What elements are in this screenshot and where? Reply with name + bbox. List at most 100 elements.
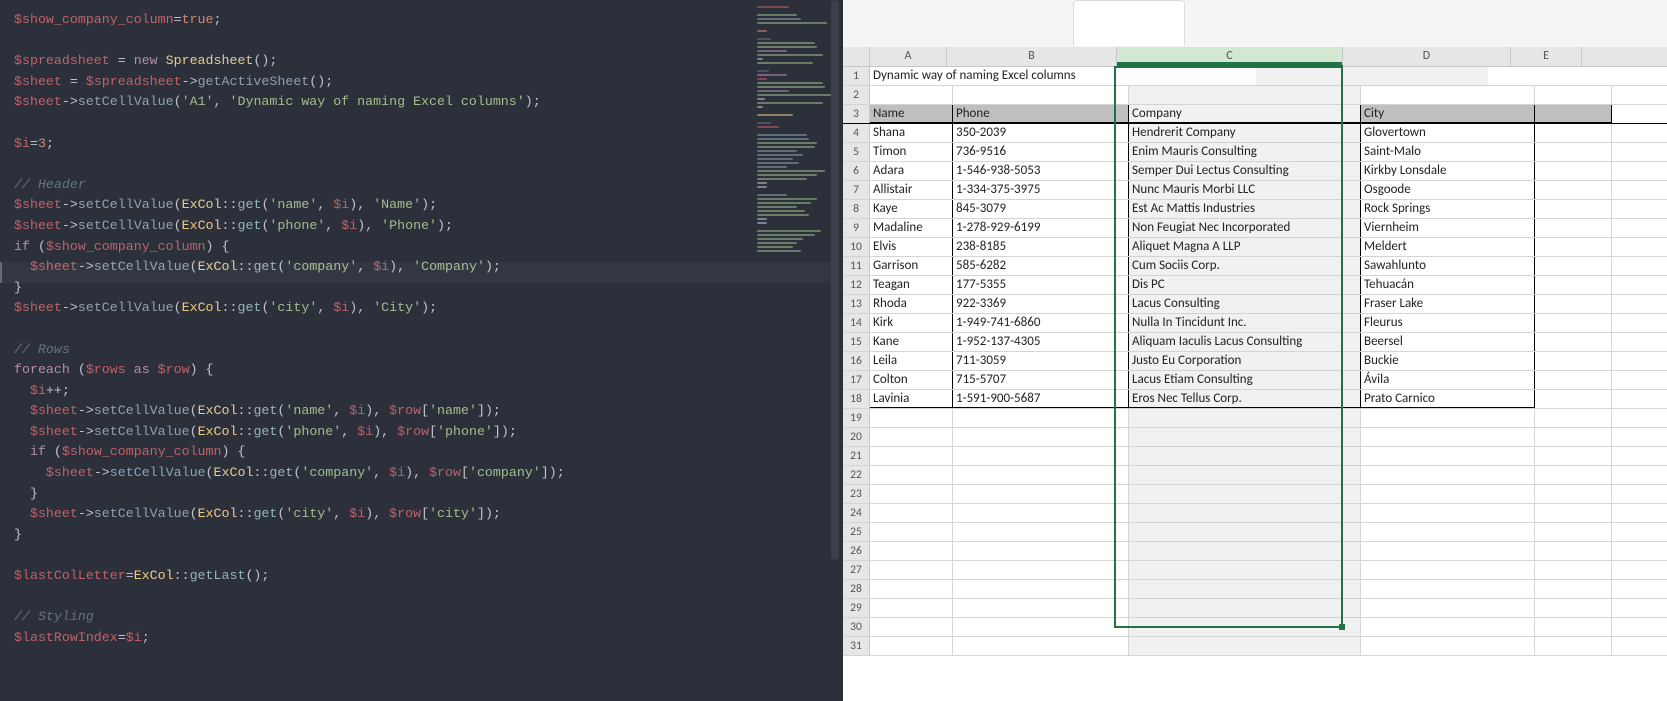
row-header[interactable]: 9 [843, 219, 870, 237]
cell[interactable] [870, 580, 953, 598]
cell[interactable] [953, 580, 1129, 598]
cell[interactable] [1129, 542, 1361, 560]
cell[interactable]: Dis PC [1129, 276, 1361, 294]
cell[interactable] [1535, 409, 1612, 427]
cell[interactable] [953, 466, 1129, 484]
spreadsheet-grid[interactable]: 1Dynamic way of naming Excel columns23Na… [843, 67, 1667, 656]
cell[interactable]: Leila [870, 352, 953, 370]
cell[interactable]: 1-591-900-5687 [953, 390, 1129, 408]
row-header[interactable]: 23 [843, 485, 870, 503]
cell[interactable]: Nunc Mauris Morbi LLC [1129, 181, 1361, 199]
cell[interactable]: Teagan [870, 276, 953, 294]
editor-minimap[interactable] [753, 0, 843, 701]
row-header[interactable]: 8 [843, 200, 870, 218]
cell[interactable] [1129, 504, 1361, 522]
cell[interactable]: Eros Nec Tellus Corp. [1129, 390, 1361, 408]
cell[interactable]: Non Feugiat Nec Incorporated [1129, 219, 1361, 237]
row-header[interactable]: 5 [843, 143, 870, 161]
cell[interactable] [1129, 637, 1361, 655]
cell[interactable] [1256, 67, 1488, 85]
row-header[interactable]: 4 [843, 124, 870, 142]
cell[interactable]: Lacus Etiam Consulting [1129, 371, 1361, 389]
cell[interactable]: Kirk [870, 314, 953, 332]
cell[interactable]: Prato Carnico [1361, 390, 1535, 408]
row-header[interactable]: 3 [843, 105, 870, 123]
column-header-d[interactable]: D [1343, 47, 1511, 66]
cell[interactable]: 1-546-938-5053 [953, 162, 1129, 180]
cell[interactable]: Meldert [1361, 238, 1535, 256]
cell[interactable] [1535, 124, 1612, 142]
row-header[interactable]: 2 [843, 86, 870, 104]
cell[interactable] [953, 428, 1129, 446]
cell[interactable] [1535, 143, 1612, 161]
cell[interactable] [1129, 561, 1361, 579]
cell[interactable]: 715-5707 [953, 371, 1129, 389]
row-header[interactable]: 13 [843, 295, 870, 313]
cell[interactable]: 177-5355 [953, 276, 1129, 294]
cell[interactable]: Osgoode [1361, 181, 1535, 199]
row-header[interactable]: 17 [843, 371, 870, 389]
row-header[interactable]: 28 [843, 580, 870, 598]
cell[interactable] [1535, 257, 1612, 275]
cell[interactable] [1535, 561, 1612, 579]
cell[interactable]: Buckie [1361, 352, 1535, 370]
cell[interactable]: 238-8185 [953, 238, 1129, 256]
row-header[interactable]: 31 [843, 637, 870, 655]
cell[interactable]: Dynamic way of naming Excel columns [870, 67, 1080, 85]
cell[interactable] [1535, 542, 1612, 560]
cell[interactable]: 1-952-137-4305 [953, 333, 1129, 351]
select-all-corner[interactable] [843, 47, 870, 66]
row-header[interactable]: 26 [843, 542, 870, 560]
row-header[interactable]: 14 [843, 314, 870, 332]
cell[interactable] [1129, 618, 1361, 636]
cell[interactable] [1535, 466, 1612, 484]
cell[interactable] [1361, 504, 1535, 522]
column-header-a[interactable]: A [870, 47, 947, 66]
cell[interactable]: Kirkby Lonsdale [1361, 162, 1535, 180]
cell[interactable] [1361, 447, 1535, 465]
cell[interactable] [1662, 67, 1667, 85]
cell[interactable]: Elvis [870, 238, 953, 256]
cell[interactable] [1535, 276, 1612, 294]
cell[interactable]: Est Ac Mattis Industries [1129, 200, 1361, 218]
cell[interactable] [1535, 86, 1612, 104]
cell[interactable] [870, 409, 953, 427]
cell[interactable] [1361, 428, 1535, 446]
cell[interactable]: Sawahlunto [1361, 257, 1535, 275]
cell[interactable] [1535, 238, 1612, 256]
cell[interactable] [1535, 637, 1612, 655]
cell[interactable]: Fleurus [1361, 314, 1535, 332]
cell[interactable]: Aliquet Magna A LLP [1129, 238, 1361, 256]
cell[interactable] [1535, 295, 1612, 313]
cell[interactable]: Tehuacán [1361, 276, 1535, 294]
cell[interactable] [1129, 599, 1361, 617]
cell[interactable] [870, 485, 953, 503]
row-header[interactable]: 19 [843, 409, 870, 427]
cell[interactable] [953, 409, 1129, 427]
cell[interactable] [1129, 447, 1361, 465]
cell[interactable] [1535, 371, 1612, 389]
cell[interactable]: Phone [953, 105, 1129, 123]
row-header[interactable]: 12 [843, 276, 870, 294]
cell[interactable]: Rock Springs [1361, 200, 1535, 218]
row-header[interactable]: 15 [843, 333, 870, 351]
cell[interactable]: 922-3369 [953, 295, 1129, 313]
row-header[interactable]: 30 [843, 618, 870, 636]
cell[interactable] [1361, 580, 1535, 598]
cell[interactable]: Aliquam Iaculis Lacus Consulting [1129, 333, 1361, 351]
cell[interactable]: Justo Eu Corporation [1129, 352, 1361, 370]
cell[interactable] [870, 447, 953, 465]
cell[interactable] [870, 637, 953, 655]
row-header[interactable]: 22 [843, 466, 870, 484]
cell[interactable]: 350-2039 [953, 124, 1129, 142]
column-header-c[interactable]: C [1117, 47, 1343, 66]
spreadsheet-pane[interactable]: A B C D E 1Dynamic way of naming Excel c… [843, 0, 1667, 701]
row-header[interactable]: 18 [843, 390, 870, 408]
cell[interactable]: 845-3079 [953, 200, 1129, 218]
cell[interactable] [1361, 466, 1535, 484]
cell[interactable] [870, 599, 953, 617]
cell[interactable] [1129, 523, 1361, 541]
cell[interactable] [1080, 67, 1256, 85]
cell[interactable]: 1-949-741-6860 [953, 314, 1129, 332]
cell[interactable] [1361, 561, 1535, 579]
